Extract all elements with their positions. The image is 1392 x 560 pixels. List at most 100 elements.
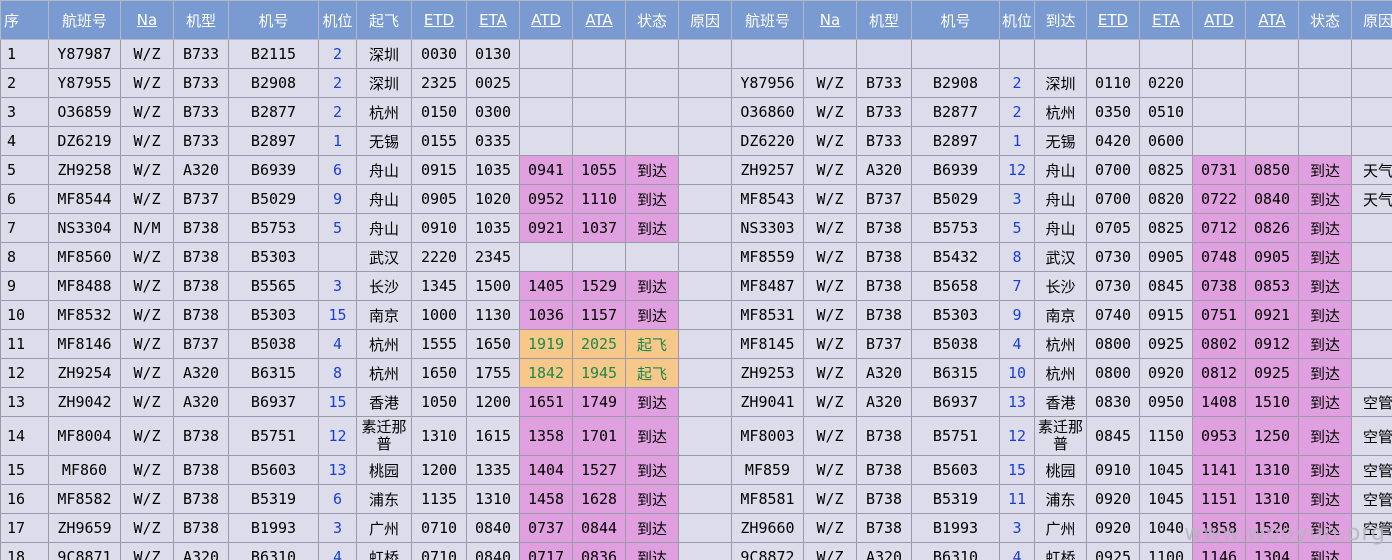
dep-reason [678,68,732,98]
dep-atd: 1036 [519,300,573,330]
arr-atd [1192,68,1246,98]
column-header[interactable]: ATD [1192,0,1246,40]
row-index: 13 [0,387,49,417]
column-header[interactable]: 状态 [1298,0,1352,40]
dep-reason [678,300,732,330]
column-header[interactable]: 原因 [1351,0,1392,40]
table-row[interactable]: 16 MF8582 W/Z B738 B5319 6 浦东 1135 1310 1458 1628 到… [0,484,1392,514]
column-header[interactable]: Na [120,0,174,40]
table-row[interactable]: 3 O36859 W/Z B733 B2877 2 杭州 0150 0300 O36860 W/Z B… [0,97,1392,127]
dep-na: W/Z [120,484,174,514]
arr-status: 到达 [1298,271,1352,301]
dep-etd: 0150 [411,97,467,127]
dep-flight-number: MF8004 [48,416,121,456]
column-header[interactable]: 到达 [1034,0,1087,40]
dep-registration: B5038 [228,329,319,359]
column-header[interactable]: 序 [0,0,49,40]
column-header[interactable]: 机型 [173,0,229,40]
column-header[interactable]: 航班号 [731,0,804,40]
dep-aircraft-type: B738 [173,455,229,485]
column-header[interactable]: ETD [1086,0,1140,40]
dep-aircraft-type: A320 [173,358,229,388]
arr-flight-number: O36860 [731,97,804,127]
table-row[interactable]: 5 ZH9258 W/Z A320 B6939 6 舟山 0915 1035 0941 1055 到达… [0,155,1392,185]
table-row[interactable]: 15 MF860 W/Z B738 B5603 13 桃园 1200 1335 1404 1527 到… [0,455,1392,485]
arr-na: W/Z [803,416,857,456]
dep-aircraft-type: B738 [173,416,229,456]
arr-etd: 0705 [1086,213,1140,243]
column-header[interactable]: 机号 [228,0,319,40]
destination: 无锡 [1034,126,1087,156]
arr-eta: 0905 [1139,242,1193,272]
column-header[interactable]: 航班号 [48,0,121,40]
arr-flight-number: MF8559 [731,242,804,272]
row-index: 17 [0,513,49,543]
arr-aircraft-type: B733 [856,68,912,98]
dep-etd: 2220 [411,242,467,272]
table-row[interactable]: 11 MF8146 W/Z B737 B5038 4 杭州 1555 1650 1919 2025 起… [0,329,1392,359]
arr-flight-number: MF8543 [731,184,804,214]
arr-aircraft-type: B733 [856,126,912,156]
arr-eta: 0820 [1139,184,1193,214]
dep-na: W/Z [120,513,174,543]
table-row[interactable]: 7 NS3304 N/M B738 B5753 5 舟山 0910 1035 0921 1037 到达… [0,213,1392,243]
table-row[interactable]: 13 ZH9042 W/Z A320 B6937 15 香港 1050 1200 1651 1749… [0,387,1392,417]
column-header[interactable]: ATA [1245,0,1299,40]
column-header[interactable]: 原因 [678,0,732,40]
table-row[interactable]: 18 9C8871 W/Z A320 B6310 4 虹桥 0710 0840 0717 0836 到… [0,542,1392,560]
table-row[interactable]: 10 MF8532 W/Z B738 B5303 15 南京 1000 1130 1036 1157… [0,300,1392,330]
dep-na: W/Z [120,271,174,301]
dep-ata: 1945 [572,358,626,388]
table-row[interactable]: 12 ZH9254 W/Z A320 B6315 8 杭州 1650 1755 1842 1945 起… [0,358,1392,388]
arr-ata: 0853 [1245,271,1299,301]
dep-etd: 1200 [411,455,467,485]
column-header[interactable]: ATA [572,0,626,40]
dep-aircraft-type: B733 [173,68,229,98]
arr-reason [1351,213,1392,243]
dep-status: 到达 [625,184,679,214]
table-row[interactable]: 14 MF8004 W/Z B738 B5751 12 素迁那普 1310 1615 1358 17… [0,416,1392,456]
column-header[interactable]: 状态 [625,0,679,40]
origin: 舟山 [356,213,412,243]
column-header[interactable]: 机号 [911,0,1000,40]
dep-etd: 1135 [411,484,467,514]
arr-stand: 7 [999,271,1035,301]
origin: 香港 [356,387,412,417]
column-header[interactable]: 机位 [318,0,357,40]
arr-atd: 0802 [1192,329,1246,359]
column-header[interactable]: ETA [1139,0,1193,40]
arr-eta: 1100 [1139,542,1193,560]
table-row[interactable]: 1 Y87987 W/Z B733 B2115 2 深圳 0030 0130 [0,39,1392,69]
table-row[interactable]: 2 Y87955 W/Z B733 B2908 2 深圳 2325 0025 Y87956 W/Z B… [0,68,1392,98]
column-header[interactable]: ATD [519,0,573,40]
arr-status [1298,126,1352,156]
table-row[interactable]: 9 MF8488 W/Z B738 B5565 3 长沙 1345 1500 1405 1529 到达… [0,271,1392,301]
arr-ata: 1310 [1245,484,1299,514]
dep-registration: B5303 [228,242,319,272]
arr-registration: B5751 [911,416,1000,456]
arr-etd: 0730 [1086,242,1140,272]
table-body: 1 Y87987 W/Z B733 B2115 2 深圳 0030 0130 2 Y87955 W/Z… [0,39,1392,560]
origin: 南京 [356,300,412,330]
dep-atd: 1651 [519,387,573,417]
column-header[interactable]: 起飞 [356,0,412,40]
table-row[interactable]: 17 ZH9659 W/Z B738 B1993 3 广州 0710 0840 0737 0844 到… [0,513,1392,543]
table-row[interactable]: 8 MF8560 W/Z B738 B5303 武汉 2220 2345 MF8559 W/Z B7… [0,242,1392,272]
table-row[interactable]: 6 MF8544 W/Z B737 B5029 9 舟山 0905 1020 0952 1110 到达… [0,184,1392,214]
dep-reason [678,97,732,127]
dep-eta: 1130 [466,300,520,330]
dep-ata: 0844 [572,513,626,543]
column-header[interactable]: Na [803,0,857,40]
arr-ata: 1310 [1245,455,1299,485]
table-row[interactable]: 4 DZ6219 W/Z B733 B2897 1 无锡 0155 0335 DZ6220 W/Z B… [0,126,1392,156]
column-header[interactable]: 机型 [856,0,912,40]
column-header[interactable]: 机位 [999,0,1035,40]
dep-stand: 2 [318,39,357,69]
column-header[interactable]: ETD [411,0,467,40]
arr-reason [1351,242,1392,272]
column-header[interactable]: ETA [466,0,520,40]
dep-na: N/M [120,213,174,243]
arr-aircraft-type: A320 [856,155,912,185]
arr-status: 到达 [1298,329,1352,359]
arr-etd: 0845 [1086,416,1140,456]
